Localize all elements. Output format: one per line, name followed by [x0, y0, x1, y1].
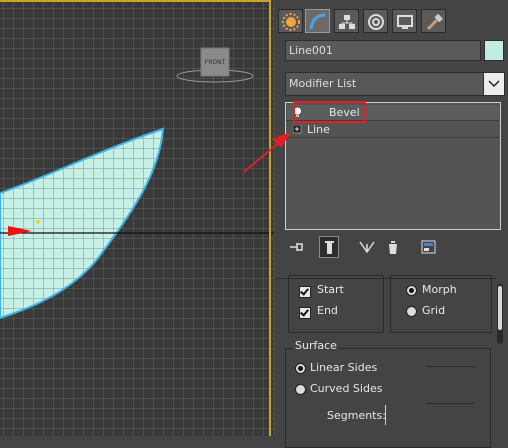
expand-icon[interactable] — [293, 125, 302, 135]
modifier-list-label: Modifier List — [289, 77, 357, 90]
hierarchy-tab[interactable] — [334, 9, 359, 33]
modifier-list-dropdown[interactable]: Modifier List — [285, 72, 505, 96]
grid-label: Grid — [422, 304, 446, 317]
cap-type-group: Morph Grid — [390, 275, 492, 333]
pin-stack-icon — [290, 243, 303, 251]
remove-modifier-button[interactable] — [383, 236, 403, 258]
bevel-highlight-box — [293, 101, 366, 123]
configure-modifier-sets-button[interactable] — [419, 236, 439, 258]
make-unique-button[interactable] — [357, 236, 377, 258]
create-tab[interactable] — [278, 9, 303, 33]
hammer-icon — [426, 13, 443, 31]
front-viewport[interactable]: FRONT — [0, 0, 274, 436]
modify-icon — [309, 13, 326, 30]
show-end-result-button[interactable] — [319, 236, 339, 258]
morph-radio[interactable] — [406, 285, 417, 296]
curved-sides-radio[interactable] — [295, 384, 306, 395]
linear-sides-label: Linear Sides — [310, 361, 378, 374]
hierarchy-icon — [339, 15, 355, 29]
make-unique-icon — [359, 241, 375, 254]
surface-title: Surface — [293, 339, 339, 352]
linear-sides-radio[interactable] — [295, 363, 306, 374]
start-checkbox[interactable] — [299, 286, 311, 298]
object-name-field[interactable]: Line001 — [285, 40, 481, 61]
remove-modifier-icon — [389, 241, 397, 254]
display-tab[interactable] — [392, 9, 417, 33]
motion-tab[interactable] — [363, 9, 388, 33]
rollout-scrollbar[interactable] — [497, 284, 503, 344]
end-label: End — [317, 304, 338, 317]
morph-label: Morph — [422, 283, 457, 296]
viewport-canvas: FRONT — [0, 0, 274, 436]
stack-item-label: Line — [307, 123, 330, 136]
configure-modifier-sets-icon — [421, 240, 436, 254]
bevel-parameters-rollout: Start End Morph Grid Surface Linear Side… — [276, 275, 496, 448]
stack-item-line[interactable]: Line — [287, 122, 499, 138]
utilities-tab[interactable] — [421, 9, 446, 33]
segments-spinner[interactable] — [385, 405, 386, 425]
motion-icon — [368, 14, 384, 30]
pin-stack-button[interactable] — [287, 236, 307, 258]
modify-tab[interactable] — [305, 9, 330, 33]
viewcube-label: FRONT — [205, 59, 226, 66]
surface-group: Surface Linear Sides Curved Sides Segmen… — [285, 339, 491, 448]
end-checkbox[interactable] — [299, 307, 311, 319]
object-color-swatch[interactable] — [484, 40, 504, 61]
chevron-down-icon[interactable] — [483, 73, 504, 95]
segments-label: Segments: — [327, 409, 386, 422]
sun-icon — [282, 13, 300, 31]
grid-radio[interactable] — [406, 306, 417, 317]
capping-group: Start End — [288, 275, 384, 333]
curved-sides-label: Curved Sides — [310, 382, 383, 395]
stack-toolbar — [285, 236, 505, 260]
start-label: Start — [317, 283, 344, 296]
show-end-result-icon — [325, 241, 334, 254]
display-icon — [397, 15, 413, 29]
